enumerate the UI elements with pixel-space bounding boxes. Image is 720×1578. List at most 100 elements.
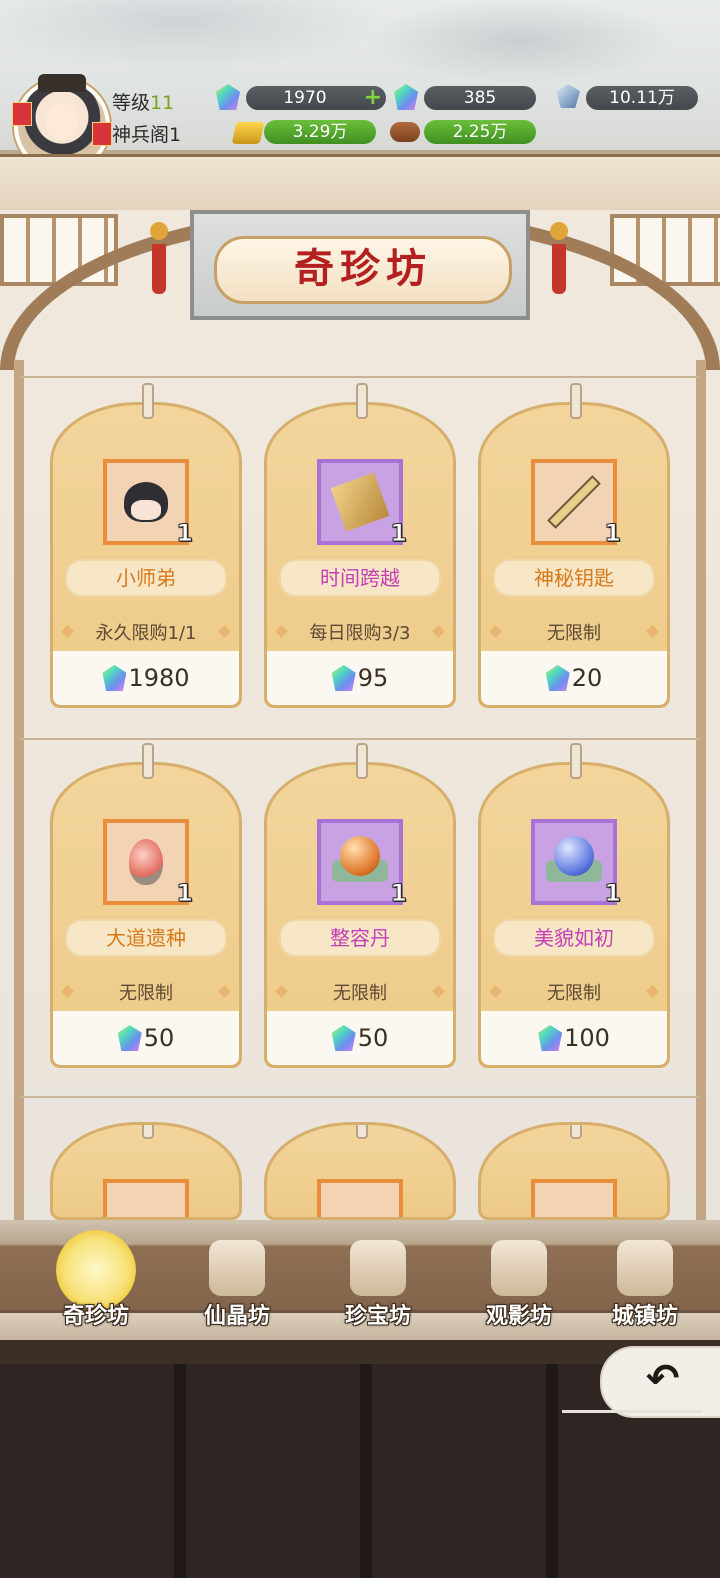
nav-tab-zhenbaofang[interactable]: 珍宝坊 [318, 1240, 438, 1330]
item-name: 神秘钥匙 [493, 559, 655, 597]
nav-tab-qizhenfang[interactable]: 奇珍坊 [36, 1230, 156, 1330]
nav-tab-label: 珍宝坊 [344, 1304, 411, 1329]
left-pillar [14, 360, 24, 1220]
avatar-face-icon [46, 104, 78, 140]
nav-tab-label: 奇珍坊 [62, 1304, 129, 1329]
right-pillar [696, 360, 706, 1220]
buy-button[interactable]: 100 [481, 1011, 667, 1065]
hanging-rope [20, 1096, 700, 1098]
crystal-icon [556, 84, 584, 112]
bound-gem-icon [394, 84, 422, 112]
item-name: 大道遗种 [65, 919, 227, 957]
scroll-item-icon [103, 1179, 189, 1217]
rainbow-gem-icon [117, 1025, 142, 1051]
gem-secondary-value: 385 [463, 88, 497, 108]
lantern-icon [550, 222, 568, 312]
shop-item-card[interactable] [50, 1122, 242, 1220]
shop-item-card[interactable] [264, 1122, 456, 1220]
dao-seed-icon: 1 [103, 819, 193, 908]
rainbow-gem-icon [216, 84, 244, 112]
purchase-limit: 无限制 [333, 983, 387, 1004]
item-qty: 1 [176, 879, 194, 908]
item-price: 50 [357, 1024, 389, 1052]
shop-item-card[interactable]: 1 大道遗种 无限制 50 [50, 743, 242, 1068]
purchase-limit: 无限制 [119, 983, 173, 1004]
level-value: 11 [150, 92, 175, 114]
time-skip-icon: 1 [317, 459, 407, 548]
theater-building-icon [491, 1240, 547, 1296]
rainbow-gem-icon [102, 665, 127, 691]
player-level: 等级11 [112, 88, 174, 115]
rainbow-gem-icon [538, 1025, 563, 1051]
item-name: 整容丹 [279, 919, 441, 957]
hanging-rope [20, 376, 700, 378]
shop-item-card[interactable]: 1 时间跨越 每日限购3/3 95 [264, 383, 456, 708]
rainbow-gem-icon [331, 1025, 356, 1051]
blue-pill-icon: 1 [531, 819, 621, 908]
rainbow-gem-icon [331, 665, 356, 691]
item-price: 50 [143, 1024, 175, 1052]
item-name: 美貌如初 [493, 919, 655, 957]
gem-primary-counter: 1970 + [246, 86, 386, 110]
purchase-limit: 无限制 [547, 983, 601, 1004]
gold-counter: 3.29万 [264, 120, 376, 144]
shop-item-card[interactable]: 1 整容丹 无限制 50 [264, 743, 456, 1068]
mystery-key-icon: 1 [531, 459, 621, 548]
nav-tab-chengzhenfang[interactable]: 城镇坊 [590, 1240, 700, 1330]
item-qty: 1 [390, 879, 408, 908]
shop-title: 奇珍坊 [214, 236, 512, 304]
item-name: 时间跨越 [279, 559, 441, 597]
crystal-value: 10.11万 [609, 88, 675, 108]
lantern-icon [150, 222, 168, 312]
avatar-hat-icon [38, 74, 86, 92]
crystal-merchant-icon [209, 1240, 265, 1296]
buy-button[interactable]: 20 [481, 651, 667, 705]
gold-icon [231, 122, 265, 150]
rainbow-gem-icon [545, 665, 570, 691]
add-gem-button[interactable]: + [364, 86, 382, 110]
buy-button[interactable]: 50 [53, 1011, 239, 1065]
shop-item-card[interactable] [478, 1122, 670, 1220]
crystal-counter: 10.11万 [586, 86, 698, 110]
gold-value: 3.29万 [292, 122, 348, 142]
shop-item-card[interactable]: 1 神秘钥匙 无限制 20 [478, 383, 670, 708]
shop-item-card[interactable]: 1 小师弟 永久限购1/1 1980 [50, 383, 242, 708]
nav-tab-label: 观影坊 [485, 1304, 552, 1329]
orange-pill-icon: 1 [317, 819, 407, 908]
donkey-cart-icon [617, 1240, 673, 1296]
purchase-limit: 每日限购3/3 [309, 623, 411, 644]
buy-button[interactable]: 95 [267, 651, 453, 705]
item-name: 小师弟 [65, 559, 227, 597]
level-label: 等级 [112, 92, 151, 114]
item-price: 95 [357, 664, 389, 692]
wood-counter: 2.25万 [424, 120, 536, 144]
gem-secondary-counter: 385 [424, 86, 536, 110]
purchase-limit: 无限制 [547, 623, 601, 644]
back-arrow-icon: ↶ [646, 1356, 680, 1402]
hanging-rope [20, 738, 700, 740]
shop-item-card[interactable]: 1 美貌如初 无限制 100 [478, 743, 670, 1068]
item-qty: 1 [390, 519, 408, 548]
nav-tab-xianjingfang[interactable]: 仙晶坊 [177, 1240, 297, 1330]
item-price: 1980 [128, 664, 190, 692]
avatar-tag-icon [12, 102, 32, 126]
item-qty: 1 [604, 879, 622, 908]
avatar-tag-icon [92, 122, 112, 146]
player-rank: 神兵阁1 [112, 124, 182, 146]
jewel-merchant-icon [350, 1240, 406, 1296]
buy-button[interactable]: 1980 [53, 651, 239, 705]
back-button[interactable]: ↶ [562, 1346, 720, 1418]
junior-brother-icon: 1 [103, 459, 193, 548]
purchase-limit: 永久限购1/1 [95, 623, 197, 644]
wood-icon [390, 122, 420, 150]
item-price: 20 [571, 664, 603, 692]
buy-button[interactable]: 50 [267, 1011, 453, 1065]
weapon-item-icon [317, 1179, 403, 1217]
nav-tab-label: 仙晶坊 [203, 1304, 270, 1329]
nav-tab-label: 城镇坊 [611, 1304, 678, 1329]
wood-value: 2.25万 [452, 122, 508, 142]
helmet-item-icon [531, 1179, 617, 1217]
item-price: 100 [564, 1024, 610, 1052]
item-qty: 1 [604, 519, 622, 548]
nav-tab-guanyingfang[interactable]: 观影坊 [459, 1240, 579, 1330]
